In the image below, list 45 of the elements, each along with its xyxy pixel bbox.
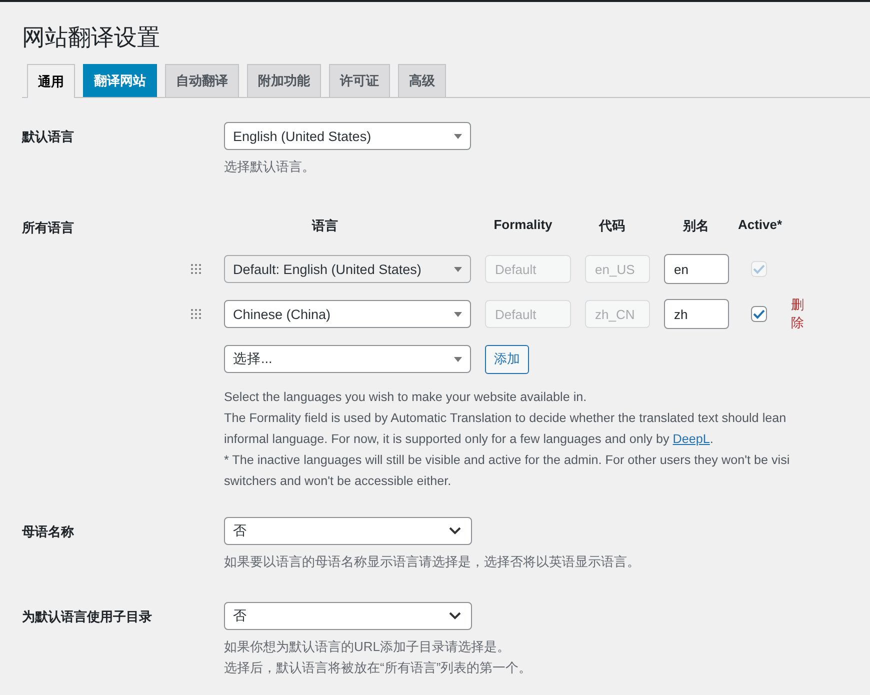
- column-header: 代码: [599, 217, 625, 235]
- description-text: switchers and won't be accessible either.: [224, 473, 452, 490]
- field-label: 默认语言: [20, 128, 75, 146]
- dropdown-arrow-icon: [454, 134, 462, 138]
- column-header: 语言: [312, 217, 338, 235]
- add-button[interactable]: 添加: [485, 344, 529, 374]
- dropdown-arrow-icon: [454, 312, 462, 316]
- column-header: 别名: [683, 217, 709, 235]
- drag-handle-icon[interactable]: [191, 264, 201, 274]
- column-header: Active*: [738, 217, 782, 232]
- dropdown-arrow-icon: [454, 356, 462, 362]
- field-label: 为默认语言使用子目录: [21, 608, 153, 626]
- tab[interactable]: 高级: [398, 64, 446, 97]
- tab[interactable]: 翻译网站: [83, 64, 157, 97]
- chevron-down-icon: [449, 612, 461, 620]
- hint-text: 选择默认语言。: [224, 158, 316, 176]
- page-title: 网站翻译设置: [22, 23, 161, 52]
- field-label: 所有语言: [22, 219, 74, 237]
- description-text: * The inactive languages will still be visible and active for the admin. For other users they won't be visi: [224, 452, 791, 469]
- language-dropdown[interactable]: Chinese (China): [224, 300, 471, 328]
- description-text: informal language. For now, it is supported only for a few languages and only by DeepL.: [224, 431, 714, 448]
- tab[interactable]: 许可证: [329, 64, 390, 97]
- chevron-down-icon: [449, 527, 461, 535]
- language-dropdown[interactable]: 选择...: [224, 345, 471, 373]
- tab[interactable]: 自动翻译: [165, 64, 239, 97]
- hint-text: 选择后，默认语言将被放在“所有语言”列表的第一个。: [224, 659, 533, 677]
- column-header: Formality: [494, 217, 552, 232]
- yes-no-dropdown[interactable]: 否: [224, 602, 472, 630]
- hint-text: 如果要以语言的母语名称显示语言请选择是，选择否将以英语显示语言。: [224, 553, 641, 571]
- description-text: The Formality field is used by Automatic Translation to decide whether the translated text should lean: [224, 410, 788, 427]
- code-field: zh_CN: [585, 300, 650, 328]
- description-text: Select the languages you wish to make your website available in.: [224, 389, 588, 406]
- yes-no-dropdown[interactable]: 否: [224, 517, 472, 545]
- tab[interactable]: 通用: [27, 64, 75, 98]
- field-label: 母语名称: [21, 523, 75, 541]
- hint-text: 如果你想为默认语言的URL添加子目录请选择是。: [224, 638, 512, 656]
- active-checkbox[interactable]: [751, 306, 767, 322]
- tab[interactable]: 附加功能: [247, 64, 321, 97]
- code-field: en_US: [585, 255, 650, 283]
- drag-handle-icon[interactable]: [191, 309, 201, 319]
- slug-field[interactable]: zh: [664, 299, 729, 329]
- deepl-link[interactable]: DeepL: [672, 432, 710, 446]
- language-dropdown[interactable]: English (United States): [224, 122, 471, 150]
- dropdown-arrow-icon: [454, 266, 462, 272]
- delete-link[interactable]: 删除: [791, 296, 805, 332]
